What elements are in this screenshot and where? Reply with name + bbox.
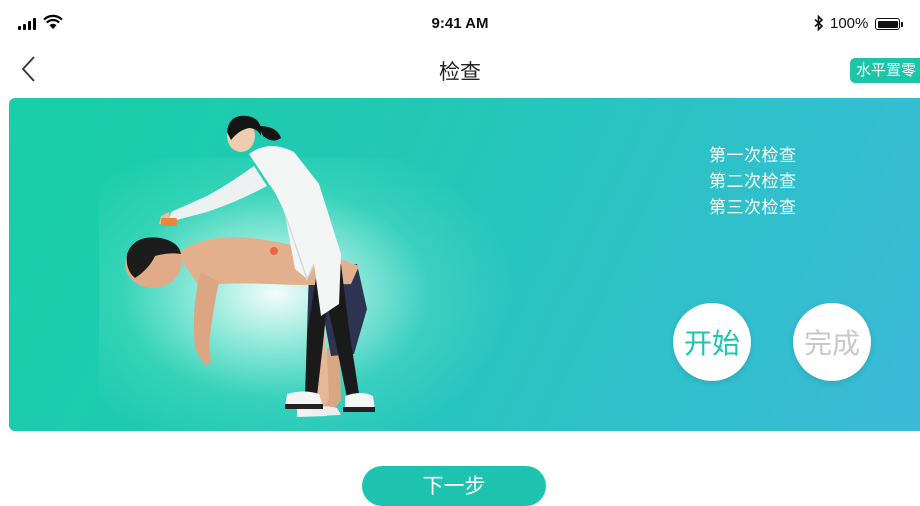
exam-illustration — [125, 115, 375, 417]
status-bar: 9:41 AM 100% — [0, 0, 920, 44]
battery-icon — [875, 18, 903, 30]
level-zero-button[interactable]: 水平置零 — [849, 58, 920, 83]
exam-panel: 第一次检查 第二次检查 第三次检查 开始 完成 — [9, 98, 920, 431]
bluetooth-icon — [814, 15, 824, 31]
start-button[interactable]: 开始 — [673, 303, 751, 381]
battery-percent: 100% — [830, 15, 869, 32]
check-item-1: 第一次检查 — [709, 146, 797, 166]
check-item-2: 第二次检查 — [709, 172, 797, 192]
next-step-button[interactable]: 下一步 — [362, 466, 546, 506]
check-list: 第一次检查 第二次检查 第三次检查 — [709, 143, 829, 221]
page-title: 检查 — [439, 60, 481, 84]
navigation-bar: 检查 水平置零 — [0, 44, 920, 94]
done-button[interactable]: 完成 — [793, 303, 871, 381]
status-time: 9:41 AM — [431, 15, 489, 32]
check-item-3: 第三次检查 — [709, 198, 797, 218]
